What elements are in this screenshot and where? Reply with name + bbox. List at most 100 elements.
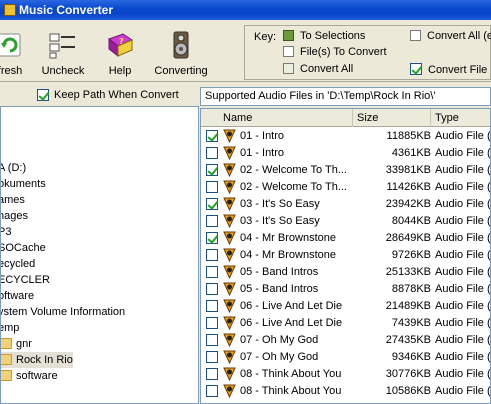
- tree-item-mp3[interactable]: P3: [1, 224, 11, 240]
- tree-item-images[interactable]: nages: [1, 208, 28, 224]
- audio-file-icon: [223, 129, 236, 143]
- tree-item-recycled[interactable]: ecycled: [1, 256, 35, 272]
- folder-icon: [1, 338, 12, 349]
- title-bar: Music Converter: [0, 0, 491, 20]
- row-checkbox[interactable]: [206, 368, 218, 380]
- table-row[interactable]: 07 - Oh My God 9346KB Audio File (M: [201, 349, 490, 366]
- row-name: 08 - Think About You: [240, 385, 342, 397]
- tree-item-temp[interactable]: emp: [1, 320, 19, 336]
- row-type: Audio File (F: [435, 232, 491, 244]
- table-row[interactable]: 07 - Oh My God 27435KB Audio File (F: [201, 332, 491, 349]
- audio-file-icon: [223, 214, 236, 228]
- converting-button[interactable]: Converting: [150, 24, 212, 80]
- tree-item-dokuments[interactable]: okuments: [1, 176, 46, 192]
- table-row[interactable]: 08 - Think About You 10586KB Audio File (M: [201, 383, 491, 400]
- tree-item-software-root[interactable]: oftware: [1, 288, 34, 304]
- row-type: Audio File (M: [435, 147, 491, 159]
- row-name: 03 - It's So Easy: [240, 215, 320, 227]
- uncheck-icon: [49, 33, 75, 59]
- tree-item-games[interactable]: ames: [1, 192, 25, 208]
- row-type: Audio File (F: [435, 164, 491, 176]
- uncheck-button[interactable]: Uncheck: [38, 24, 88, 80]
- column-header-name[interactable]: Name: [201, 109, 353, 127]
- file-convert-icon: [283, 46, 294, 57]
- row-type: Audio File (M: [435, 317, 491, 329]
- row-size: 11885KB: [386, 130, 431, 142]
- row-checkbox[interactable]: [206, 300, 218, 312]
- column-header-size[interactable]: Size: [353, 109, 431, 127]
- row-size: 8878KB: [391, 283, 431, 295]
- row-type: Audio File (F: [435, 334, 491, 346]
- table-row[interactable]: 01 - Intro 11885KB Audio File (F: [201, 128, 491, 145]
- tree-item-system-volume[interactable]: ystem Volume Information: [1, 304, 125, 320]
- row-name: 01 - Intro: [240, 147, 285, 159]
- table-row[interactable]: 02 - Welcome To Th... 33981KB Audio File (…: [201, 162, 491, 179]
- key-legend: Key: To Selections File(s) To Convert Co…: [244, 25, 491, 80]
- row-type: Audio File (F: [435, 130, 491, 142]
- table-row[interactable]: 02 - Welcome To Th... 11426KB Audio File (…: [201, 179, 490, 196]
- refresh-button[interactable]: fresh: [0, 24, 32, 80]
- tree-item-rock-in-rio[interactable]: Rock In Rio: [1, 352, 73, 368]
- row-checkbox[interactable]: [206, 385, 218, 397]
- table-row[interactable]: 03 - It's So Easy 23942KB Audio File (F: [201, 196, 491, 213]
- folder-tree[interactable]: A (D:) okuments ames nages P3 SOCache ec…: [0, 106, 199, 404]
- tree-item-msocache[interactable]: SOCache: [1, 240, 46, 256]
- help-button[interactable]: ? Help: [98, 24, 142, 80]
- table-row[interactable]: 01 - Intro 4361KB Audio File (M: [201, 145, 491, 162]
- row-name: 07 - Oh My God: [240, 351, 319, 363]
- row-size: 21489KB: [385, 300, 431, 312]
- table-row[interactable]: 05 - Band Intros 8878KB Audio File (M: [201, 281, 490, 298]
- row-type: Audio File (F: [435, 198, 491, 210]
- tree-item-software[interactable]: software: [1, 368, 58, 384]
- key-convert-file: Convert File: [410, 63, 487, 76]
- row-name: 01 - Intro: [240, 130, 285, 142]
- row-checkbox[interactable]: [206, 130, 218, 142]
- table-row[interactable]: 06 - Live And Let Die 7439KB Audio File (M: [201, 315, 491, 332]
- refresh-icon: [0, 33, 21, 57]
- row-checkbox[interactable]: [206, 198, 218, 210]
- row-checkbox[interactable]: [206, 215, 218, 227]
- row-size: 4361KB: [391, 147, 431, 159]
- tree-item-gnr[interactable]: gnr: [1, 336, 32, 352]
- row-checkbox[interactable]: [206, 181, 218, 193]
- table-row[interactable]: 04 - Mr Brownstone 28649KB Audio File (F: [201, 230, 491, 247]
- row-checkbox[interactable]: [206, 232, 218, 244]
- row-name: 03 - It's So Easy: [240, 198, 320, 210]
- table-row[interactable]: 05 - Band Intros 25133KB Audio File (F: [201, 264, 490, 281]
- row-checkbox[interactable]: [206, 351, 218, 363]
- row-checkbox[interactable]: [206, 147, 218, 159]
- audio-file-icon: [223, 163, 236, 177]
- row-size: 33981KB: [385, 164, 431, 176]
- tree-item-drive[interactable]: A (D:): [1, 160, 26, 176]
- row-checkbox[interactable]: [206, 317, 218, 329]
- row-checkbox[interactable]: [206, 249, 218, 261]
- row-name: 05 - Band Intros: [240, 266, 319, 278]
- row-checkbox[interactable]: [206, 334, 218, 346]
- supported-files-path: Supported Audio Files in 'D:\Temp\Rock I…: [200, 87, 491, 106]
- app-icon: [4, 4, 16, 16]
- file-list[interactable]: Name Size Type 01 - Intro 11885KB Audio Fi…: [200, 108, 491, 404]
- table-row[interactable]: 04 - Mr Brownstone 9726KB Audio File (M: [201, 247, 490, 264]
- folder-open-icon: [1, 354, 12, 365]
- row-name: 02 - Welcome To Th...: [240, 181, 347, 193]
- key-title: Key:: [254, 31, 277, 43]
- table-row[interactable]: 08 - Think About You 30776KB Audio File (F: [201, 366, 490, 383]
- key-to-selections: To Selections: [283, 30, 365, 42]
- keep-path-checkbox[interactable]: [37, 89, 49, 101]
- row-checkbox[interactable]: [206, 283, 218, 295]
- row-checkbox[interactable]: [206, 164, 218, 176]
- convert-file-checkbox-icon: [410, 63, 422, 75]
- speaker-icon: [173, 31, 189, 59]
- row-checkbox[interactable]: [206, 266, 218, 278]
- svg-text:?: ?: [119, 37, 124, 46]
- column-header-type[interactable]: Type: [431, 109, 490, 127]
- audio-file-icon: [223, 248, 236, 262]
- row-name: 05 - Band Intros: [240, 283, 319, 295]
- tree-item-recycler[interactable]: ECYCLER: [1, 272, 50, 288]
- row-type: Audio File (M: [435, 385, 491, 397]
- keep-path-row: Keep Path When Convert: [0, 86, 199, 106]
- table-row[interactable]: 03 - It's So Easy 8044KB Audio File (M: [201, 213, 490, 230]
- table-row[interactable]: 06 - Live And Let Die 21489KB Audio File (…: [201, 298, 490, 315]
- row-size: 11426KB: [386, 181, 431, 193]
- audio-file-icon: [223, 350, 236, 364]
